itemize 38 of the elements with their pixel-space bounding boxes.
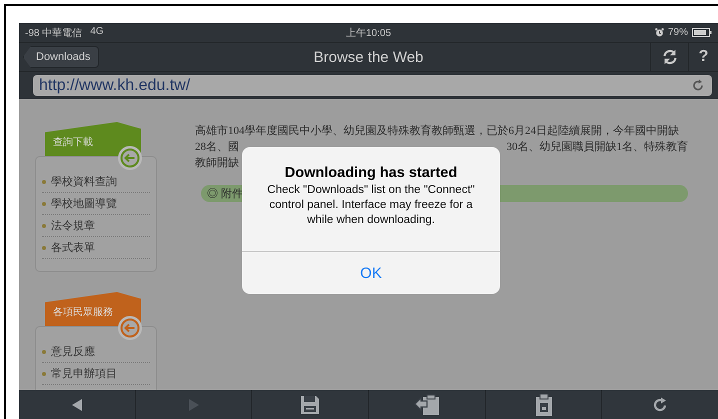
bullet-icon xyxy=(42,372,46,376)
clock-time: 上午10:05 xyxy=(346,26,392,40)
alarm-clock-icon xyxy=(654,28,664,37)
article-text: 28名、國 xyxy=(195,140,239,155)
bullet-icon xyxy=(42,180,46,184)
battery-percentage: 79% xyxy=(668,27,688,38)
sync-icon xyxy=(660,48,678,66)
clipboard-arrow-icon xyxy=(412,394,442,416)
article-text: 教師開缺 xyxy=(195,156,239,171)
bullet-icon xyxy=(42,350,46,354)
menu-link[interactable]: 常見申辦項目 xyxy=(51,366,117,381)
section-banner[interactable]: 查詢下載 xyxy=(45,122,141,156)
forward-arrow-icon xyxy=(186,398,200,412)
menu-link[interactable]: 學校地圖導覽 xyxy=(51,196,117,211)
article-text: 高雄市104學年度國民中小學、幼兒園及特殊教育教師甄選，已於6月24日起陸續展開，今年國中開缺 xyxy=(195,124,679,139)
refresh-icon xyxy=(652,396,668,412)
attachment-label: ◎ 附件 xyxy=(207,187,243,201)
menu-link[interactable]: 各式表單 xyxy=(51,240,95,255)
bullet-icon xyxy=(42,202,46,206)
battery-icon xyxy=(692,28,712,37)
ok-button[interactable]: OK xyxy=(242,252,500,294)
help-button[interactable]: ? xyxy=(688,43,718,71)
menu-link[interactable]: 學校資料查詢 xyxy=(51,174,117,189)
section-banner[interactable]: 各項民眾服務 xyxy=(45,292,141,326)
downloads-back-button[interactable]: Downloads xyxy=(23,46,100,68)
page-title: Browse the Web xyxy=(314,48,424,66)
dialog-message: Check "Downloads" list on the "Connect" control panel. Interface may freeze for a while when downloading. xyxy=(266,183,476,228)
menu-link[interactable]: 法令規章 xyxy=(51,218,95,233)
back-arrow-icon xyxy=(70,398,84,412)
reload-icon[interactable] xyxy=(692,79,704,92)
bullet-icon xyxy=(42,246,46,250)
bullet-icon xyxy=(42,224,46,228)
menu-link[interactable]: 意見反應 xyxy=(51,344,95,359)
network-label: 4G xyxy=(90,26,104,38)
url-field[interactable]: http://www.kh.edu.tw/ xyxy=(33,75,712,96)
carrier-label: -98 中華電信 xyxy=(25,26,82,40)
dialog-title: Downloading has started xyxy=(284,165,458,181)
article-text: 30名、幼兒園職員開缺1名、特殊教育 xyxy=(506,140,688,155)
